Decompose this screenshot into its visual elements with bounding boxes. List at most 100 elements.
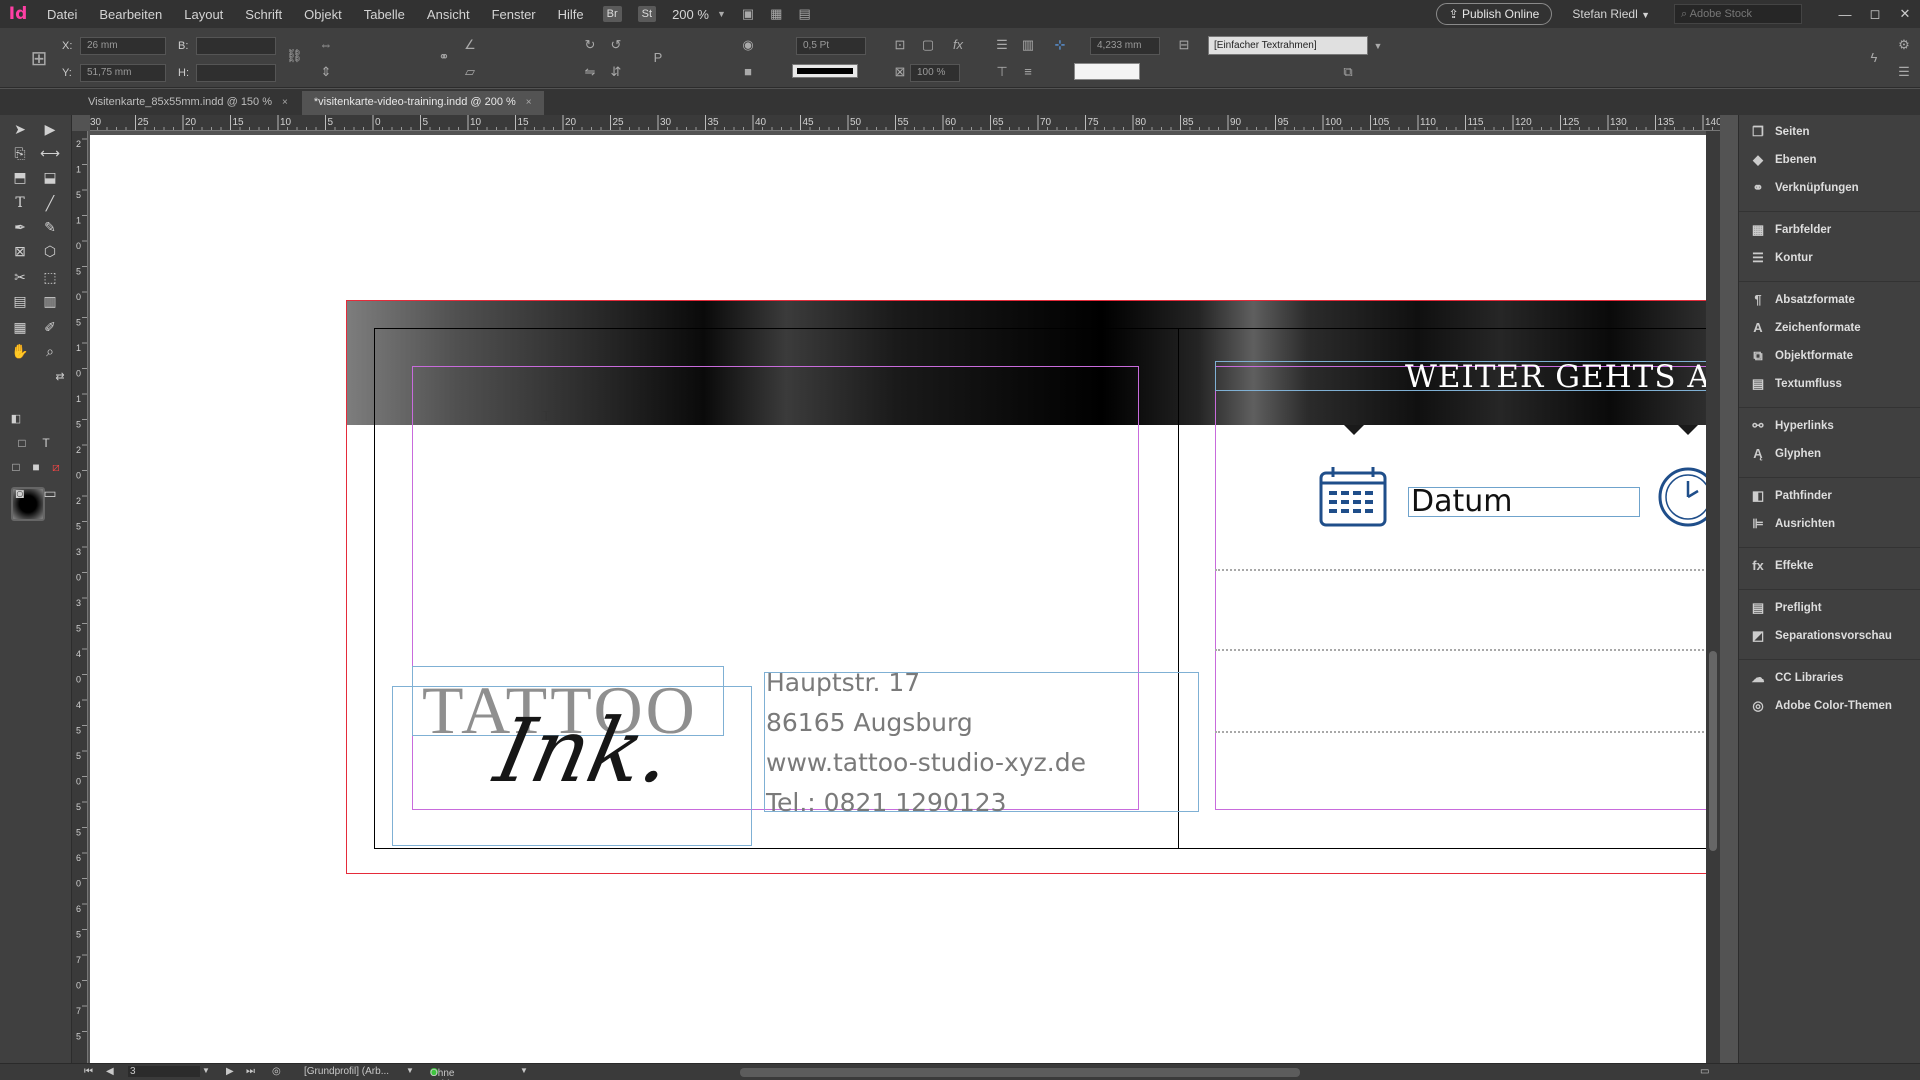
stock-button[interactable]: St [637,6,657,22]
close-tab-icon[interactable]: × [282,97,288,108]
view-mode-icon[interactable]: ◙ [10,483,30,503]
minimize-button[interactable]: — [1830,7,1860,22]
panel-menu-icon[interactable]: ☰ [1896,64,1912,80]
panel-color-themes[interactable]: ◎ Adobe Color-Themen [1749,695,1892,717]
publish-online-button[interactable]: ⇪ Publish Online [1435,3,1553,25]
tab-visitenkarte-video-training[interactable]: *visitenkarte-video-training.indd @ 200 … [301,91,544,115]
panel-layers[interactable]: ◆ Ebenen [1749,149,1817,171]
shear-angle-icon[interactable]: ▱ [462,64,478,80]
close-tab-icon[interactable]: × [526,97,532,108]
close-window-button[interactable]: ✕ [1890,6,1920,22]
direct-selection-tool-icon[interactable]: ▶ [40,119,60,139]
select-container-icon[interactable]: P [650,50,666,66]
bridge-button[interactable]: Br [602,6,622,22]
scissors-tool-icon[interactable]: ✂ [10,267,30,287]
formatting-container-icon[interactable]: □ [12,433,32,453]
panel-cc-libraries[interactable]: ☁ CC Libraries [1749,667,1844,689]
page-tool-icon[interactable]: ⎘ [10,143,30,163]
selection-tool-icon[interactable]: ➤ [10,119,30,139]
panel-links[interactable]: ⚭ Verknüpfungen [1749,177,1859,199]
stroke-style-select[interactable] [792,64,858,78]
formatting-text-icon[interactable]: T [36,433,56,453]
panel-swatches[interactable]: ▦ Farbfelder [1749,219,1831,241]
menu-schrift[interactable]: Schrift [234,7,293,22]
stroke-type-icon[interactable]: ◉ [740,37,756,53]
user-menu[interactable]: Stefan Riedl ▼ [1572,7,1650,21]
vertical-ruler[interactable]: 215105051015202530354045505560657075 [72,131,88,1063]
link-icon[interactable]: ⚭ [436,49,452,65]
opacity-input[interactable]: 100 % [910,64,960,82]
frame-fitting-icon[interactable]: ⊟ [1176,37,1192,53]
apply-gradient-icon[interactable]: ■ [26,457,46,477]
apply-color-icon[interactable]: □ [6,457,26,477]
flip-horizontal-icon[interactable]: ⇋ [582,64,598,80]
menu-objekt[interactable]: Objekt [293,7,353,22]
default-colors-icon[interactable]: ◧ [6,409,26,429]
auto-size-icon[interactable]: ⊹ [1052,37,1068,53]
split-window-icon[interactable]: ▭ [1700,1066,1709,1077]
offset-input[interactable]: 4,233 mm [1090,37,1160,55]
hand-tool-icon[interactable]: ✋ [10,341,30,361]
rectangle-frame-tool-icon[interactable]: ⊠ [10,241,30,261]
fill-swatch-icon[interactable]: ■ [740,64,756,80]
panel-object-styles[interactable]: ⧉ Objektformate [1749,345,1853,367]
chevron-down-icon[interactable]: ▼ [1370,38,1386,54]
first-page-icon[interactable]: ⏮ [84,1066,93,1077]
zoom-tool-icon[interactable]: ⌕ [40,341,60,361]
horizontal-ruler[interactable]: 30 25 20 15 10 5 0 5 10 15 20 25 30 35 40 45 50 55 60 65 70 7… [90,115,1720,131]
menu-datei[interactable]: Datei [36,7,88,22]
eyedropper-tool-icon[interactable]: ✐ [40,317,60,337]
scale-y-icon[interactable]: ⇕ [318,64,334,80]
panel-separations[interactable]: ◩ Separationsvorschau [1749,625,1892,647]
note-tool-icon[interactable]: ▦ [10,317,30,337]
ellipse-tool-icon[interactable]: ⬡ [40,241,60,261]
chevron-down-icon[interactable]: ▼ [717,9,726,19]
tab-visitenkarte-85x55[interactable]: Visitenkarte_85x55mm.indd @ 150 % × [76,91,300,115]
menu-layout[interactable]: Layout [173,7,234,22]
panel-effects[interactable]: fx Effekte [1749,555,1813,577]
content-collector-icon[interactable]: ⬒ [10,167,30,187]
zoom-level[interactable]: 200 % [672,7,709,22]
rotate-angle-icon[interactable]: ∠ [462,37,478,53]
rotate-cw-icon[interactable]: ↻ [582,37,598,53]
gradient-swatch-tool-icon[interactable]: ▤ [10,291,30,311]
rotate-ccw-icon[interactable]: ↺ [608,37,624,53]
free-transform-tool-icon[interactable]: ⬚ [40,267,60,287]
preflight-profile[interactable]: [Grundprofil] (Arb... [304,1066,389,1077]
fill-preview[interactable] [1074,63,1140,80]
line-tool-icon[interactable]: ╱ [40,193,60,213]
content-placer-icon[interactable]: ⬓ [40,167,60,187]
pen-tool-icon[interactable]: ✒ [10,217,30,237]
page-chevron-down-icon[interactable]: ▼ [202,1066,210,1075]
preflight-chevron-down-icon[interactable]: ▼ [520,1066,528,1075]
object-style-select[interactable]: [Einfacher Textrahmen] [1208,36,1368,55]
arrange-documents-icon[interactable]: ▤ [798,6,810,22]
menu-hilfe[interactable]: Hilfe [547,7,595,22]
align-center-icon[interactable]: ≡ [1020,64,1036,80]
profile-chevron-down-icon[interactable]: ▼ [406,1066,414,1075]
open-page-icon[interactable]: ◎ [272,1066,281,1077]
apply-none-icon[interactable]: ⧄ [46,457,66,477]
menu-tabelle[interactable]: Tabelle [353,7,416,22]
reference-point-icon[interactable]: ⊞ [26,46,52,72]
x-position-input[interactable]: 26 mm [80,37,166,55]
screen-mode-tool-icon[interactable]: ▭ [40,483,60,503]
columns-icon[interactable]: ▥ [1020,37,1036,53]
view-options-icon[interactable]: ▦ [770,6,782,22]
gradient-feather-tool-icon[interactable]: ▥ [40,291,60,311]
fit-frame-icon[interactable]: ⊡ [892,37,908,53]
type-tool-icon[interactable]: T [10,193,30,213]
settings-icon[interactable]: ⚙ [1896,37,1912,53]
maximize-button[interactable]: ◻ [1860,6,1890,22]
constrain-proportions-icon[interactable]: ⛓ [286,48,303,64]
stroke-weight-input[interactable]: 0,5 Pt [796,37,866,55]
menu-bearbeiten[interactable]: Bearbeiten [88,7,173,22]
panel-align[interactable]: ⊫ Ausrichten [1749,513,1835,535]
date-text-frame[interactable]: Datum [1408,487,1640,517]
menu-ansicht[interactable]: Ansicht [416,7,481,22]
fx-effects-icon[interactable]: fx [950,37,966,53]
panel-glyphs[interactable]: Ą Glyphen [1749,443,1821,465]
horizontal-scroll-thumb[interactable] [740,1068,1300,1077]
vertical-scroll-thumb[interactable] [1709,651,1717,851]
vertical-scrollbar[interactable] [1706,131,1720,1063]
